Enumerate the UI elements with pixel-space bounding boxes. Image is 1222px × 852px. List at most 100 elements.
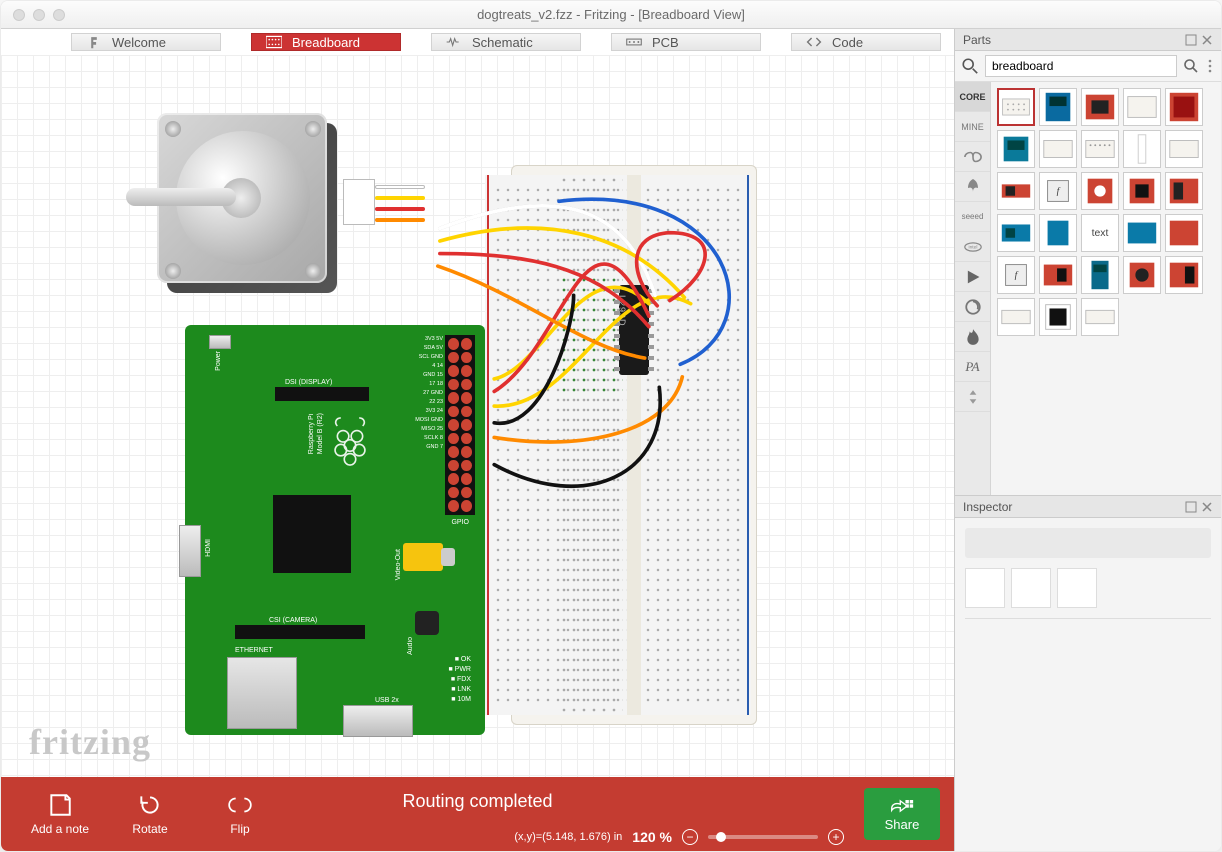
bin-core[interactable]: CORE: [955, 82, 990, 112]
bin-parallax[interactable]: [955, 172, 990, 202]
ic-l293d[interactable]: L293D: [619, 285, 649, 375]
tab-pcb[interactable]: PCB: [611, 33, 761, 51]
status-leds: ■ OK■ PWR■ FDX■ LNK■ 10M: [448, 655, 471, 705]
hdmi-port: [179, 525, 201, 577]
part-thumbnail[interactable]: [1165, 256, 1203, 294]
zoom-slider[interactable]: [708, 835, 818, 839]
part-thumbnail[interactable]: [1123, 172, 1161, 210]
schematic-icon: [446, 35, 462, 49]
tab-label: Breadboard: [292, 35, 360, 50]
part-thumbnail[interactable]: [1039, 130, 1077, 168]
part-thumbnail[interactable]: [1123, 214, 1161, 252]
bin-arduino[interactable]: [955, 142, 990, 172]
part-thumbnail[interactable]: [1081, 130, 1119, 168]
minimize-icon[interactable]: [33, 9, 45, 21]
dsi-connector: [275, 387, 369, 401]
part-thumbnail[interactable]: [1081, 298, 1119, 336]
part-thumbnail[interactable]: f: [1039, 172, 1077, 210]
part-thumbnail[interactable]: text: [1081, 214, 1119, 252]
part-thumbnail[interactable]: [1039, 214, 1077, 252]
parts-panel: Parts CORE MINE: [955, 29, 1221, 495]
close-icon[interactable]: [1201, 501, 1213, 513]
part-thumbnail[interactable]: [997, 130, 1035, 168]
part-thumbnail[interactable]: [1123, 88, 1161, 126]
inspector-view-thumbs: [965, 568, 1211, 608]
share-icon: [890, 797, 914, 815]
tab-welcome[interactable]: Welcome: [71, 33, 221, 51]
fritzing-icon: [86, 35, 102, 49]
zoom-in-button[interactable]: +: [828, 829, 844, 845]
part-thumbnail[interactable]: [1081, 172, 1119, 210]
breadboard-canvas[interactable]: L293D Power DSI (DISPLAY) CSI (CAMERA) V: [1, 55, 954, 777]
part-thumbnail[interactable]: [997, 172, 1035, 210]
part-thumbnail[interactable]: [1039, 88, 1077, 126]
zoom-out-button[interactable]: −: [682, 829, 698, 845]
search-go-icon[interactable]: [1183, 58, 1199, 74]
bin-play[interactable]: [955, 262, 990, 292]
inspector-name-field[interactable]: [965, 528, 1211, 558]
part-thumbnail[interactable]: [1081, 88, 1119, 126]
bin-mine[interactable]: MINE: [955, 112, 990, 142]
traffic-lights: [13, 9, 65, 21]
fritzing-watermark: fritzing: [29, 721, 151, 763]
bin-intel[interactable]: intel: [955, 232, 990, 262]
detach-icon[interactable]: [1185, 34, 1197, 46]
ethernet-port: [227, 657, 297, 729]
part-thumbnail[interactable]: [997, 214, 1035, 252]
flip-button[interactable]: Flip: [195, 792, 285, 836]
bin-pa[interactable]: PA: [955, 352, 990, 382]
stepper-motor[interactable]: [121, 113, 341, 303]
inspector-thumb[interactable]: [965, 568, 1005, 608]
part-thumbnail[interactable]: [1123, 256, 1161, 294]
parts-search-input[interactable]: [985, 55, 1177, 77]
csi-connector: [235, 625, 365, 639]
part-thumbnail[interactable]: [997, 88, 1035, 126]
part-thumbnail[interactable]: [997, 298, 1035, 336]
tab-label: Code: [832, 35, 863, 50]
raspberry-pi[interactable]: Power DSI (DISPLAY) CSI (CAMERA) Video-O…: [185, 325, 485, 735]
bin-contrib[interactable]: [955, 292, 990, 322]
breadboard-icon: [266, 35, 282, 49]
share-button[interactable]: Share: [864, 788, 940, 840]
rotate-button[interactable]: Rotate: [105, 792, 195, 836]
bin-seeed[interactable]: seeed: [955, 202, 990, 232]
part-thumbnail[interactable]: [1165, 88, 1203, 126]
tab-label: PCB: [652, 35, 679, 50]
part-thumbnail[interactable]: [1165, 130, 1203, 168]
tab-code[interactable]: Code: [791, 33, 941, 51]
code-icon: [806, 35, 822, 49]
gpio-header[interactable]: [445, 335, 475, 515]
parts-grid: f text f: [991, 82, 1221, 495]
rca-video-out: [403, 543, 443, 571]
part-thumbnail[interactable]: [1039, 298, 1077, 336]
add-note-button[interactable]: Add a note: [15, 792, 105, 836]
close-icon[interactable]: [1201, 34, 1213, 46]
part-thumbnail[interactable]: [1081, 256, 1119, 294]
close-icon[interactable]: [13, 9, 25, 21]
search-options-icon[interactable]: [1205, 58, 1215, 74]
bin-scroll[interactable]: [955, 382, 990, 412]
detach-icon[interactable]: [1185, 501, 1197, 513]
inspector-thumb[interactable]: [1057, 568, 1097, 608]
rotate-icon: [137, 792, 163, 818]
window-titlebar: dogtreats_v2.fzz - Fritzing - [Breadboar…: [1, 1, 1221, 29]
window-title: dogtreats_v2.fzz - Fritzing - [Breadboar…: [1, 7, 1221, 22]
breadboard[interactable]: L293D: [511, 165, 757, 725]
svg-text:text: text: [1092, 228, 1109, 239]
tab-schematic[interactable]: Schematic: [431, 33, 581, 51]
part-thumbnail[interactable]: [1039, 256, 1077, 294]
parts-bin-list: CORE MINE seeed intel PA: [955, 82, 991, 495]
flip-icon: [227, 792, 253, 818]
bin-fire[interactable]: [955, 322, 990, 352]
micro-usb-power: [209, 335, 231, 349]
cursor-coords: (x,y)=(5.148, 1.676) in: [514, 831, 622, 843]
part-thumbnail[interactable]: [1123, 130, 1161, 168]
part-thumbnail[interactable]: [1165, 172, 1203, 210]
tab-breadboard[interactable]: Breadboard: [251, 33, 401, 51]
motor-connector: [343, 173, 433, 233]
part-thumbnail[interactable]: f: [997, 256, 1035, 294]
inspector-thumb[interactable]: [1011, 568, 1051, 608]
zoom-icon[interactable]: [53, 9, 65, 21]
tab-label: Schematic: [472, 35, 533, 50]
part-thumbnail[interactable]: [1165, 214, 1203, 252]
